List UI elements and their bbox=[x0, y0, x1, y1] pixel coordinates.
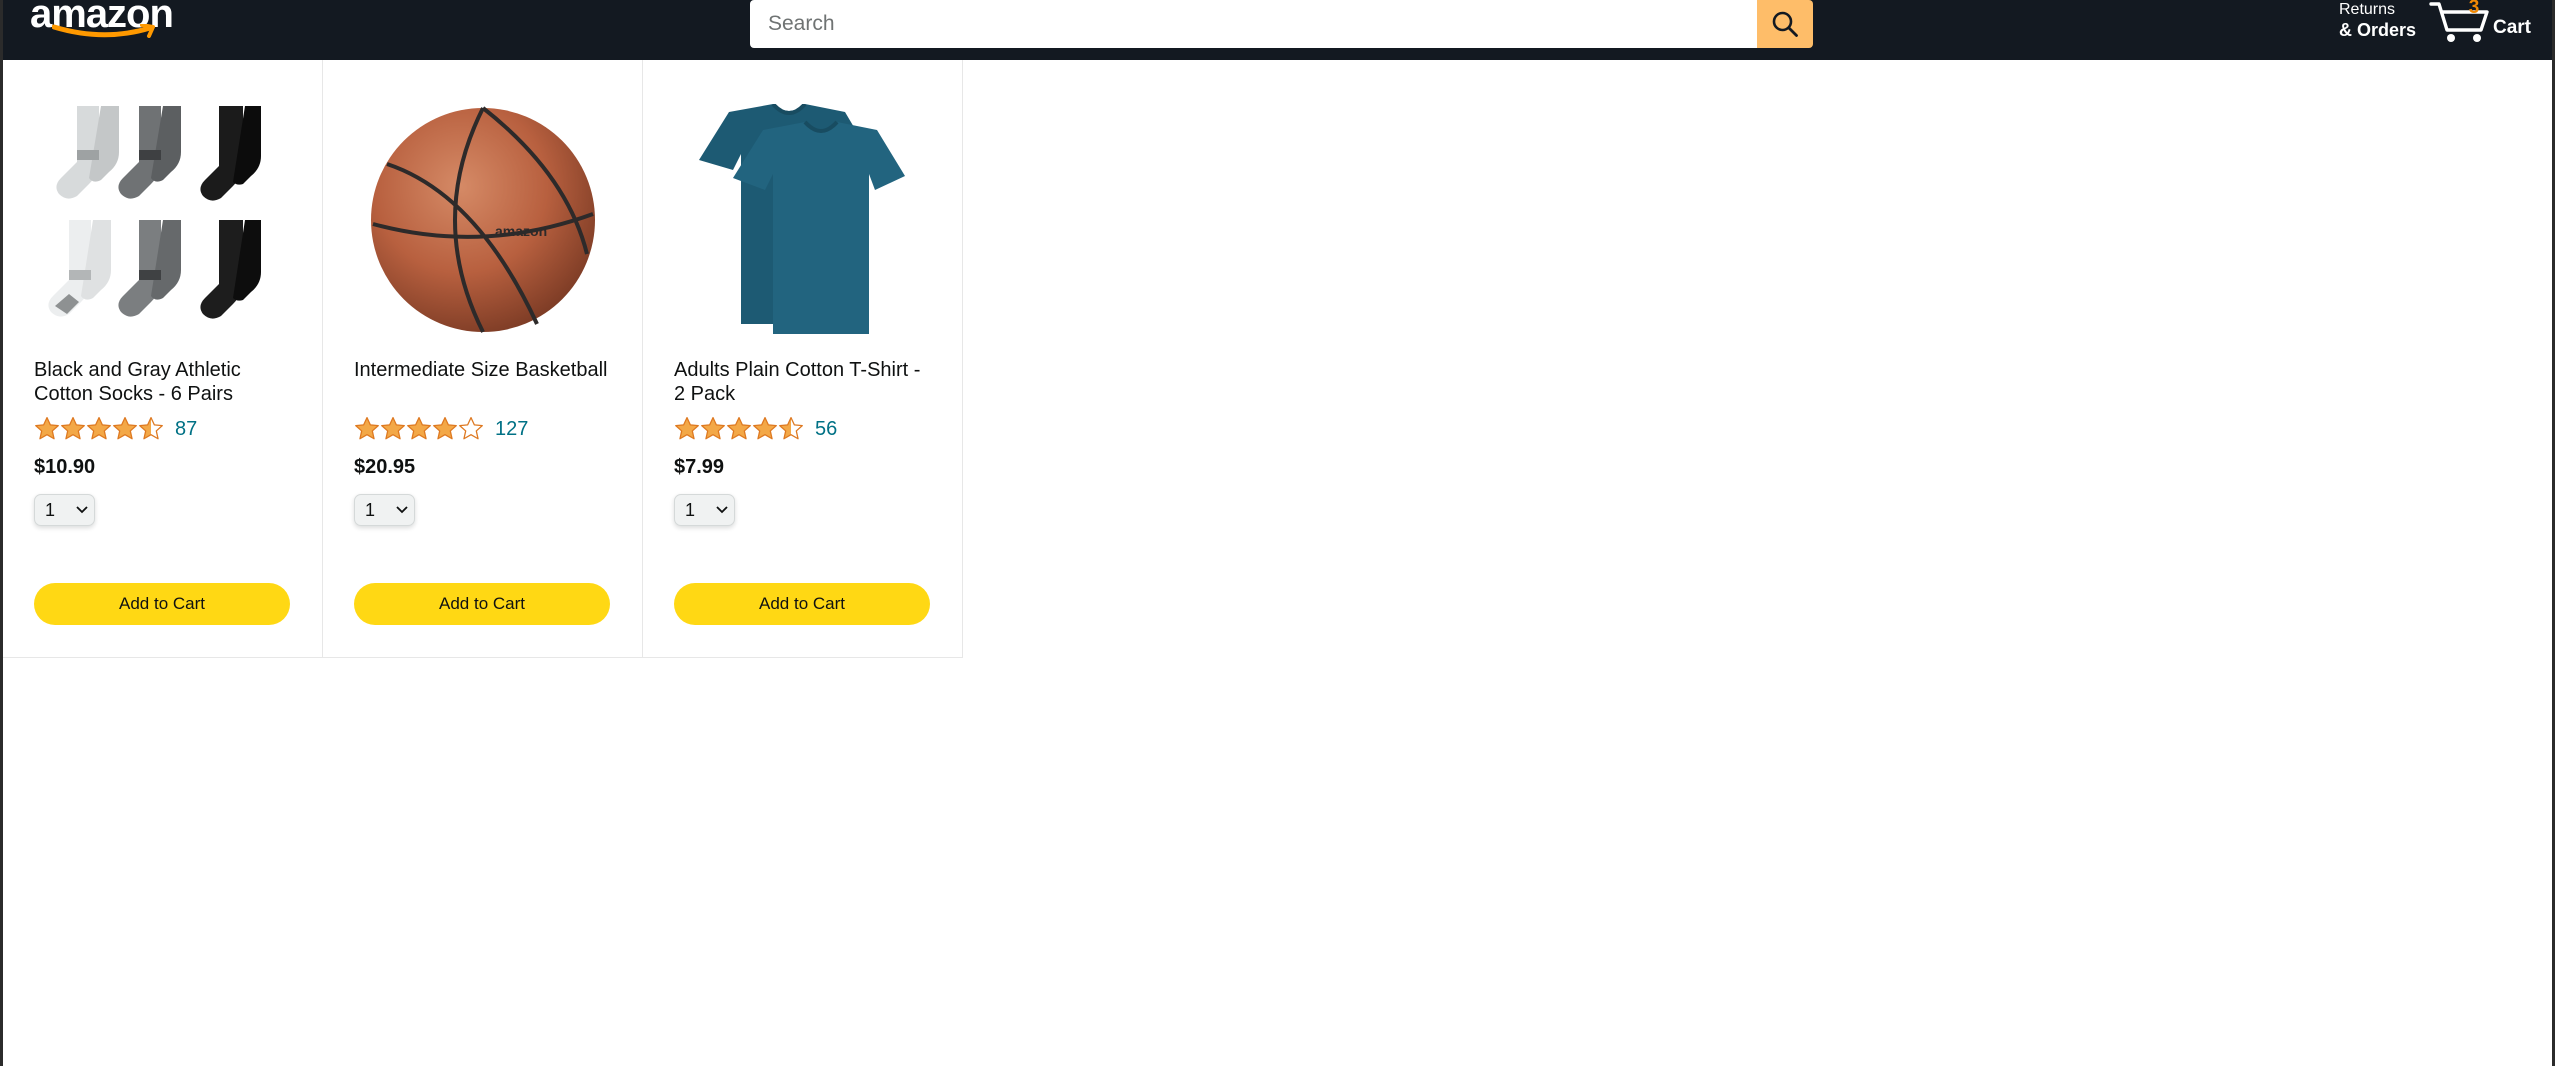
star-full-icon bbox=[433, 416, 457, 440]
returns-orders-link[interactable]: Returns & Orders bbox=[2339, 0, 2416, 40]
logo-smile-icon bbox=[52, 24, 155, 38]
search-icon bbox=[1772, 11, 1798, 37]
product-image-socks[interactable] bbox=[34, 100, 291, 340]
add-to-cart-button[interactable]: Add to Cart bbox=[674, 583, 930, 625]
star-full-icon bbox=[753, 416, 777, 440]
star-full-icon bbox=[381, 416, 405, 440]
chevron-down-icon bbox=[76, 506, 88, 514]
chevron-down-icon bbox=[396, 506, 408, 514]
tshirt-image bbox=[698, 104, 905, 334]
star-rating-icon bbox=[674, 416, 804, 442]
rating-count-link[interactable]: 127 bbox=[495, 418, 528, 441]
product-grid: Black and Gray Athletic Cotton Socks - 6… bbox=[3, 60, 963, 658]
amazon-logo[interactable]: amazon bbox=[30, 0, 174, 44]
returns-label: Returns bbox=[2339, 1, 2396, 18]
orders-label: & Orders bbox=[2339, 20, 2417, 40]
product-image-tshirt[interactable] bbox=[674, 100, 931, 340]
product-name[interactable]: Intermediate Size Basketball bbox=[354, 358, 612, 382]
quantity-value: 1 bbox=[45, 499, 56, 520]
product-card: Black and Gray Athletic Cotton Socks - 6… bbox=[3, 60, 323, 658]
star-full-icon bbox=[113, 416, 137, 440]
star-full-icon bbox=[701, 416, 725, 440]
basketball-image: amazon bbox=[370, 106, 595, 333]
search-input[interactable] bbox=[750, 0, 1757, 48]
product-image-basketball[interactable]: amazon bbox=[354, 100, 611, 340]
product-rating[interactable]: 127 bbox=[354, 416, 528, 442]
product-rating[interactable]: 56 bbox=[674, 416, 837, 442]
star-half-icon bbox=[779, 416, 803, 440]
quantity-value: 1 bbox=[685, 499, 696, 520]
product-price: $7.99 bbox=[674, 456, 725, 478]
product-name[interactable]: Black and Gray Athletic Cotton Socks - 6… bbox=[34, 358, 292, 406]
star-rating-icon bbox=[34, 416, 164, 442]
search-bar bbox=[750, 0, 1813, 48]
add-to-cart-button[interactable]: Add to Cart bbox=[34, 583, 290, 625]
cart-link[interactable]: 3 Cart bbox=[2429, 0, 2539, 46]
product-price: $10.90 bbox=[34, 456, 96, 478]
star-half-icon bbox=[139, 416, 163, 440]
star-full-icon bbox=[35, 416, 59, 440]
add-to-cart-button[interactable]: Add to Cart bbox=[354, 583, 610, 625]
star-full-icon bbox=[87, 416, 111, 440]
product-card: amazon Intermediate Size Basketball 127 … bbox=[323, 60, 643, 658]
search-button[interactable] bbox=[1757, 0, 1813, 48]
star-empty-icon bbox=[459, 416, 483, 440]
quantity-value: 1 bbox=[365, 499, 376, 520]
product-name[interactable]: Adults Plain Cotton T-Shirt - 2 Pack bbox=[674, 358, 932, 406]
product-rating[interactable]: 87 bbox=[34, 416, 197, 442]
svg-text:amazon: amazon bbox=[495, 223, 547, 239]
cart-label: Cart bbox=[2493, 17, 2532, 38]
quantity-select[interactable]: 1 bbox=[354, 494, 415, 526]
star-rating-icon bbox=[354, 416, 484, 442]
star-full-icon bbox=[675, 416, 699, 440]
cart-count-badge: 3 bbox=[2468, 0, 2480, 18]
quantity-select[interactable]: 1 bbox=[674, 494, 735, 526]
star-full-icon bbox=[355, 416, 379, 440]
rating-count-link[interactable]: 56 bbox=[815, 418, 837, 441]
star-full-icon bbox=[727, 416, 751, 440]
star-full-icon bbox=[61, 416, 85, 440]
star-full-icon bbox=[407, 416, 431, 440]
product-price: $20.95 bbox=[354, 456, 416, 478]
product-card: Adults Plain Cotton T-Shirt - 2 Pack 56 … bbox=[643, 60, 963, 658]
chevron-down-icon bbox=[716, 506, 728, 514]
rating-count-link[interactable]: 87 bbox=[175, 418, 197, 441]
quantity-select[interactable]: 1 bbox=[34, 494, 95, 526]
socks-image bbox=[47, 106, 261, 319]
top-navbar: amazon Returns & Orders 3 Cart bbox=[3, 0, 2552, 60]
